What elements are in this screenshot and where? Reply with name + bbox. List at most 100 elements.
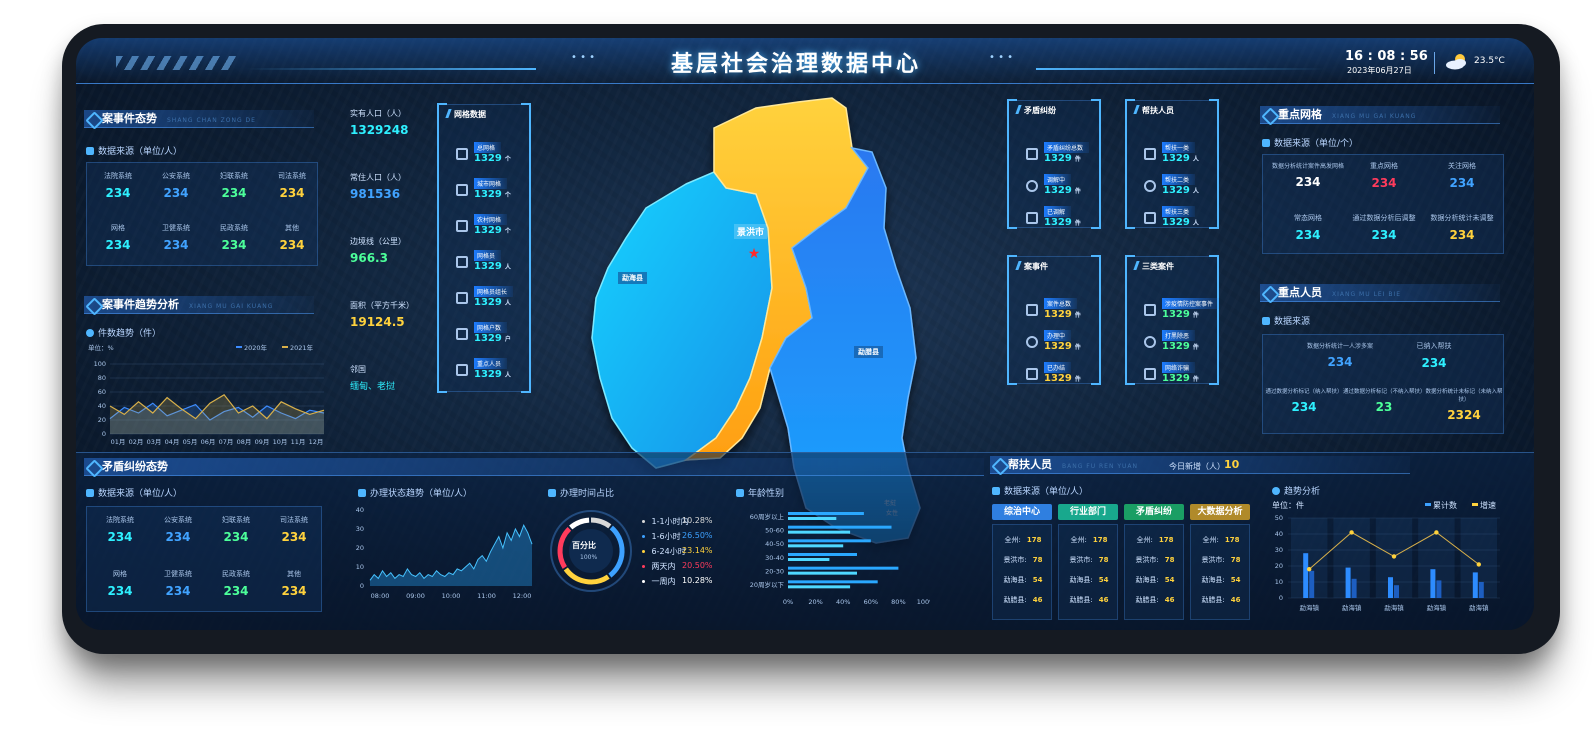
speed-point [1349, 530, 1354, 535]
bottom-source-grid: 法院系统 234 公安系统 234 妇联系统 234 司法系统 234 网格 234 卫健… [86, 506, 322, 612]
cases-value: 1329 件 [1044, 373, 1081, 384]
y-tick: 10 [1275, 578, 1283, 586]
grid-item-tag: 网格员 [474, 250, 502, 261]
section-case-trend: 案事件趋势分析 XIANG MU GAI KUANG [84, 296, 314, 314]
x-tick: 08:00 [371, 592, 390, 600]
case-cell: 其他 234 [279, 224, 305, 252]
today-new-value: 10 [1224, 458, 1240, 471]
help-tab-button[interactable]: 综治中心 [992, 504, 1052, 520]
today-new-label: 今日新增（人） [1169, 462, 1225, 471]
bar-count [1430, 569, 1436, 598]
help-row: 全州: 178 [1070, 536, 1108, 544]
donut-slice [569, 517, 590, 530]
speed-point [1307, 567, 1312, 572]
trend-chart: 单位：% 2020年 2021年 100 80 60 40 20 0 01月 02月 03月 04月 05… [88, 343, 325, 446]
key-people-cell: 数据分析统计一人涉多案 234 [1306, 343, 1373, 369]
x-tick: 12:00 [513, 592, 532, 600]
conflict-icon [1026, 212, 1038, 224]
y-tick: 40 [356, 506, 364, 514]
database-icon [86, 147, 94, 155]
cases-icon [1026, 336, 1038, 348]
donut-legend-item: 两天内 20.50% [642, 561, 713, 572]
y-tick: 20 [98, 416, 106, 424]
speed-point [1434, 530, 1439, 535]
third-tag: 网络诈骗 [1162, 362, 1196, 373]
cases-item: 案件总数 1329 件 [1026, 298, 1116, 328]
grid-item-tag: 网格员组长 [474, 286, 514, 297]
status-trend-title: 办理状态趋势（单位/人） [358, 486, 472, 499]
x-tick: 09:00 [406, 592, 425, 600]
map-label-mengla: 勐腊县 [854, 346, 883, 358]
legend-label: 2020年 [244, 343, 268, 352]
clock-icon [1272, 487, 1280, 495]
map-label-jinghong: 景洪市 [734, 224, 768, 239]
y-tick: 0 [102, 430, 106, 438]
help-row: 勐腊县: 46 [1069, 596, 1109, 604]
section-key-grid: 重点网格 XIANG MU GAI KUANG [1260, 106, 1500, 124]
help-row: 全州: 178 [1004, 536, 1042, 544]
x-category: 勐海镇 [1384, 603, 1404, 612]
cases-value: 1329 件 [1044, 309, 1081, 320]
grid-data-item: 网格户数 1329 户 [456, 322, 546, 352]
grid-item-tag: 农村网格 [474, 214, 508, 225]
third-item: 涉疫情防控案事件 1329 件 [1144, 298, 1234, 328]
clock-date: 2023年06月27日 [1347, 66, 1412, 75]
database-icon [992, 487, 1000, 495]
age-bar [788, 553, 857, 556]
key-people-cell: 通过数据分析标记（纳入帮扶） 234 [1265, 389, 1343, 414]
x-tick: 20% [808, 598, 822, 606]
bottom-cell: 司法系统 234 [280, 516, 308, 544]
grid-item-tag: 重点人员 [474, 358, 508, 369]
time-ratio-title: 办理时间占比 [548, 486, 614, 499]
grid-icon [456, 256, 468, 268]
donut-legend-item: 6-24小时 23.14% [642, 546, 713, 557]
bar-count-secondary [1436, 580, 1442, 598]
star-marker: ★ [748, 246, 761, 262]
grid-icon [456, 184, 468, 196]
help-row: 勐腊县: 46 [1003, 596, 1043, 604]
user-icon [548, 489, 556, 497]
help-row: 勐海县: 54 [1003, 576, 1043, 584]
y-tick: 40 [1275, 530, 1283, 538]
helpers-value: 1329 人 [1162, 153, 1199, 164]
help-column: 全州: 178 景洪市: 78 勐海县: 54 勐腊县: 46 [1124, 524, 1184, 620]
x-category: 勐海镇 [1299, 603, 1319, 612]
help-row: 景洪市: 78 [1135, 556, 1175, 564]
grid-item-value: 1329 人 [474, 369, 511, 380]
x-tick: 40% [836, 598, 850, 606]
database-icon [86, 489, 94, 497]
help-row: 勐海县: 54 [1069, 576, 1109, 584]
bar-count [1303, 553, 1309, 598]
donut-slice [590, 517, 612, 529]
third-value: 1329 件 [1162, 373, 1199, 384]
grid-item-value: 1329 个 [474, 189, 511, 200]
bar-count [1345, 567, 1351, 598]
help-tab-button[interactable]: 大数据分析 [1190, 504, 1250, 520]
helpers-value: 1329 人 [1162, 185, 1199, 196]
status-trend-chart: 40 30 20 10 0 08:00 09:00 10:00 11:00 12:00 [356, 506, 533, 600]
section-title: 案事件态势 [102, 112, 157, 125]
x-tick: 10月 [273, 438, 288, 446]
cloud-sun-icon [1444, 52, 1470, 70]
key-grid-cell: 关注网格 234 [1448, 162, 1476, 190]
header-left-glow [246, 68, 536, 70]
cases-tag: 已办结 [1044, 362, 1072, 373]
help-tab-button[interactable]: 矛盾纠纷 [1124, 504, 1184, 520]
help-tab-button[interactable]: 行业部门 [1058, 504, 1118, 520]
conflict-item: 矛盾纠纷总数 1329 件 [1026, 142, 1116, 172]
header-stripes [116, 56, 236, 70]
stat-item: 实有人口（人） 1329248 [350, 109, 409, 137]
key-grid-cell: 数据分析统计案件高发网格 234 [1271, 163, 1344, 189]
helpers-value: 1329 人 [1162, 217, 1199, 228]
x-category: 勐海镇 [1342, 603, 1362, 612]
cases-tag: 办理中 [1044, 330, 1072, 341]
section-key-people: 重点人员 XIANG MU LEI BIE [1260, 284, 1500, 302]
stat-item: 常住人口（人） 981536 [350, 173, 406, 201]
y-tick: 30 [1275, 546, 1283, 554]
helpers-tag: 帮扶三类 [1162, 206, 1196, 217]
help-row: 景洪市: 78 [1201, 556, 1241, 564]
trend2-title: 趋势分析 [1272, 484, 1320, 497]
donut-legend-item: 一周内 10.28% [642, 576, 713, 587]
y-tick: 20 [356, 544, 364, 552]
header-right-glow [1036, 68, 1326, 70]
